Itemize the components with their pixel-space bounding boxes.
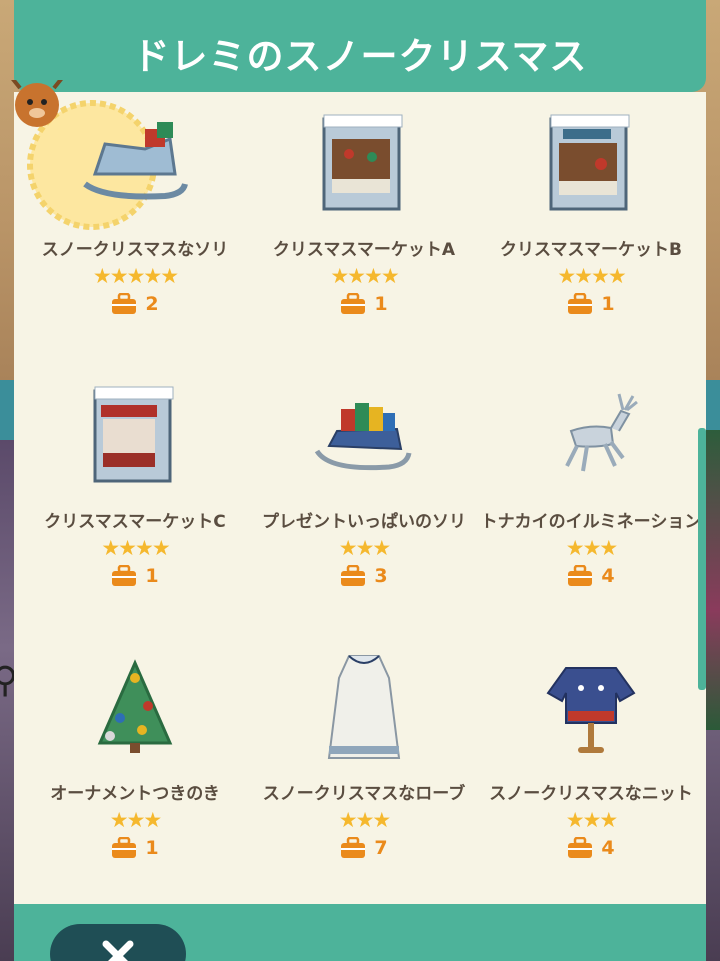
item-name: プレゼントいっぱいのソリ — [262, 512, 466, 532]
sleigh-icon — [83, 122, 188, 200]
rarity-stars: ★★★★★ — [92, 264, 179, 288]
reindeer-icon — [565, 393, 638, 472]
item-card-market-b[interactable]: クリスマスマーケットB ★★★★ 1 — [478, 100, 704, 350]
item-name: スノークリスマスなソリ — [41, 240, 229, 260]
rarity-stars: ★★★ — [338, 808, 391, 832]
item-card-sleigh[interactable]: スノークリスマスなソリ ★★★★★ 2 — [11, 80, 248, 350]
bag-icon — [112, 565, 137, 586]
item-count-row: 4 — [478, 565, 704, 587]
item-count: 1 — [374, 293, 388, 315]
item-count: 2 — [145, 293, 159, 315]
rarity-stars: ★★★ — [565, 536, 618, 560]
item-name: クリスマスマーケットC — [44, 512, 226, 532]
dialog-title: ドレミのスノークリスマス — [132, 35, 588, 78]
item-count-row: 4 — [478, 837, 704, 859]
bag-icon — [112, 837, 137, 858]
sweater-icon — [546, 667, 636, 753]
item-thumbnail — [526, 644, 656, 772]
dialog-header: ドレミのスノークリスマス — [14, 0, 706, 92]
item-count: 4 — [601, 565, 615, 587]
item-count-row: 2 — [22, 293, 248, 315]
scrollbar[interactable] — [698, 428, 706, 690]
rarity-stars: ★★★ — [338, 536, 391, 560]
item-count: 1 — [145, 837, 159, 859]
item-card-present-sleigh[interactable]: プレゼントいっぱいのソリ ★★★ 3 — [251, 372, 477, 622]
item-card-reindeer[interactable]: トナカイのイルミネーション ★★★ 4 — [478, 372, 704, 622]
bag-icon — [112, 293, 137, 314]
item-thumbnail — [70, 372, 200, 500]
christmas-tree-icon — [97, 659, 173, 753]
item-thumbnail — [299, 644, 429, 772]
item-thumbnail — [526, 372, 656, 500]
item-count-row: 3 — [251, 565, 477, 587]
item-count: 3 — [374, 565, 388, 587]
item-name: スノークリスマスなニット — [489, 784, 693, 804]
bag-icon — [341, 293, 366, 314]
item-thumbnail — [70, 644, 200, 772]
rarity-stars: ★★★★ — [330, 264, 399, 288]
bag-icon — [568, 565, 593, 586]
market-stall-icon — [93, 386, 174, 483]
item-count-row: 1 — [22, 837, 248, 859]
market-stall-icon — [322, 114, 403, 211]
close-button[interactable] — [50, 924, 186, 961]
item-thumbnail — [299, 100, 429, 228]
item-card-sweater[interactable]: スノークリスマスなニット ★★★ 4 — [478, 644, 704, 894]
item-count: 4 — [601, 837, 615, 859]
bag-icon — [568, 837, 593, 858]
item-thumbnail — [299, 372, 429, 500]
robe-icon — [327, 655, 401, 759]
item-name: オーナメントつきのき — [50, 784, 220, 804]
item-thumbnail — [70, 100, 200, 228]
item-card-market-a[interactable]: クリスマスマーケットA ★★★★ 1 — [251, 100, 477, 350]
item-count: 7 — [374, 837, 388, 859]
item-name: トナカイのイルミネーション — [480, 512, 702, 532]
item-list-dialog: ドレミのスノークリスマス スノークリスマスなソリ ★★★★★ 2 クリスマスマー… — [11, 0, 706, 961]
item-count-row: 7 — [251, 837, 477, 859]
item-card-tree[interactable]: オーナメントつきのき ★★★ 1 — [22, 644, 248, 894]
rarity-stars: ★★★★ — [101, 536, 170, 560]
market-stall-icon — [549, 114, 630, 211]
item-count: 1 — [145, 565, 159, 587]
rarity-stars: ★★★★ — [557, 264, 626, 288]
item-count: 1 — [601, 293, 615, 315]
rarity-stars: ★★★ — [565, 808, 618, 832]
dialog-footer — [14, 904, 706, 961]
rarity-stars: ★★★ — [109, 808, 162, 832]
item-card-robe[interactable]: スノークリスマスなローブ ★★★ 7 — [251, 644, 477, 894]
item-thumbnail — [526, 100, 656, 228]
item-grid-panel[interactable]: スノークリスマスなソリ ★★★★★ 2 クリスマスマーケットA ★★★★ 1 ク… — [11, 80, 706, 904]
bag-icon — [341, 565, 366, 586]
item-name: クリスマスマーケットB — [500, 240, 682, 260]
item-name: クリスマスマーケットA — [272, 240, 456, 260]
close-icon — [102, 940, 134, 961]
present-sleigh-icon — [314, 403, 412, 471]
bag-icon — [341, 837, 366, 858]
item-count-row: 1 — [251, 293, 477, 315]
bag-icon — [568, 293, 593, 314]
item-count-row: 1 — [22, 565, 248, 587]
item-name: スノークリスマスなローブ — [262, 784, 466, 804]
item-card-market-c[interactable]: クリスマスマーケットC ★★★★ 1 — [22, 372, 248, 622]
item-count-row: 1 — [478, 293, 704, 315]
